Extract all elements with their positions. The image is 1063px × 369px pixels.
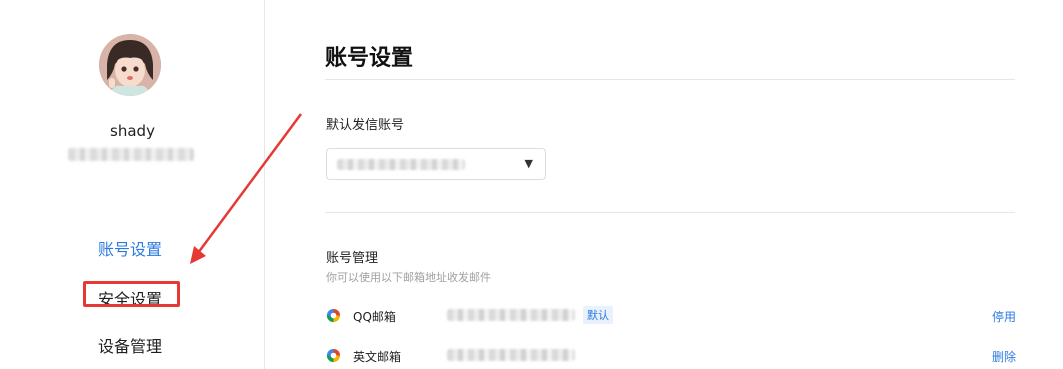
account-row: 英文邮箱 删除 [326,345,1016,369]
section-divider [325,212,1015,213]
mail-provider-icon [326,348,341,363]
account-address-redacted [447,309,575,321]
nav-account-settings[interactable]: 账号设置 [98,236,162,260]
default-badge: 默认 [583,306,613,324]
account-address-redacted [447,349,575,361]
account-name: 英文邮箱 [353,350,402,364]
title-divider [325,79,1015,80]
mail-provider-icon [326,308,341,323]
dropdown-caret-icon: ▼ [524,157,533,170]
nav-security-settings[interactable]: 安全设置 [98,286,162,310]
nav-device-management[interactable]: 设备管理 [98,333,162,357]
avatar[interactable] [99,34,161,96]
sidebar: shady 账号设置 安全设置 设备管理 [0,0,265,369]
default-sender-label: 默认发信账号 [326,118,405,133]
default-sender-select[interactable]: ▼ [326,148,546,180]
user-email-redacted [68,148,194,161]
account-name: QQ邮箱 [353,310,396,324]
account-management-hint: 你可以使用以下邮箱地址收发邮件 [326,271,491,284]
disable-link[interactable]: 停用 [992,308,1016,325]
main-panel: 账号设置 默认发信账号 ▼ 账号管理 你可以使用以下邮箱地址收发邮件 QQ邮箱 … [265,0,1063,369]
account-management-label: 账号管理 [326,251,379,266]
account-row: QQ邮箱 默认 停用 [326,305,1016,329]
username: shady [110,122,155,140]
delete-link[interactable]: 删除 [992,348,1016,365]
default-sender-value-redacted [337,159,465,170]
page-title: 账号设置 [325,46,414,71]
